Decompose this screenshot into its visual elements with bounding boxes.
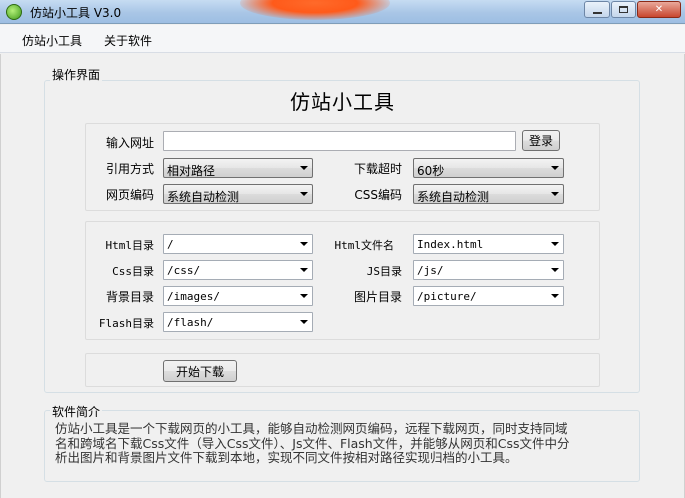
chevron-down-icon	[546, 287, 563, 305]
login-button[interactable]: 登录	[522, 130, 560, 151]
menu-item-about[interactable]: 关于软件	[104, 32, 152, 49]
css-dir-combo[interactable]: /css/	[163, 260, 313, 280]
page-encoding-label: 网页编码	[105, 188, 154, 202]
img-dir-value: /picture/	[417, 290, 477, 303]
operation-group-label: 操作界面	[50, 66, 103, 83]
close-button[interactable]: ✕	[637, 1, 681, 18]
url-label: 输入网址	[105, 136, 154, 150]
maximize-icon	[619, 6, 628, 13]
bg-dir-label: 背景目录	[105, 290, 154, 304]
js-dir-combo[interactable]: /js/	[413, 260, 564, 280]
about-line: 仿站小工具是一个下载网页的小工具，能够自动检测网页编码，远程下载网页，同时支持同…	[55, 421, 568, 436]
chevron-down-icon	[546, 159, 563, 177]
chevron-down-icon	[295, 185, 312, 203]
chevron-down-icon	[546, 261, 563, 279]
chevron-down-icon	[546, 235, 563, 253]
chevron-down-icon	[295, 235, 312, 253]
maximize-button[interactable]	[611, 1, 636, 18]
minimize-icon	[592, 11, 602, 14]
app-globe-icon	[6, 4, 22, 20]
css-encoding-select[interactable]: 系统自动检测	[413, 184, 564, 204]
html-dir-label: Html目录	[105, 239, 155, 252]
chevron-down-icon	[546, 185, 563, 203]
url-input[interactable]	[163, 131, 516, 151]
flash-dir-label: Flash目录	[98, 317, 154, 330]
about-line: 名和跨域名下载Css文件（导入Css文件）、Js文件、Flash文件，并能够从网…	[55, 435, 570, 451]
minimize-button[interactable]	[584, 1, 610, 18]
ref-mode-label: 引用方式	[105, 162, 154, 176]
main-heading: 仿站小工具	[290, 90, 395, 114]
bg-dir-combo[interactable]: /images/	[163, 286, 313, 306]
menu-item-tool[interactable]: 仿站小工具	[22, 32, 82, 49]
css-encoding-label: CSS编码	[354, 188, 402, 202]
img-dir-label: 图片目录	[353, 290, 402, 304]
about-description: 仿站小工具是一个下载网页的小工具，能够自动检测网页编码，远程下载网页，同时支持同…	[55, 421, 635, 466]
bg-dir-value: /images/	[167, 290, 220, 303]
about-line: 析出图片和背景图片文件下载到本地，实现不同文件按相对路径实现归档的小工具。	[55, 450, 518, 465]
page-encoding-value: 系统自动检测	[167, 190, 240, 204]
menu-bar: 仿站小工具 关于软件	[0, 25, 685, 53]
img-dir-combo[interactable]: /picture/	[413, 286, 564, 306]
css-dir-label: Css目录	[112, 265, 154, 278]
about-group-label: 软件简介	[50, 403, 103, 420]
js-dir-label: JS目录	[366, 265, 402, 278]
ref-mode-select[interactable]: 相对路径	[163, 158, 313, 178]
flash-dir-value: /flash/	[167, 316, 214, 329]
timeout-value: 60秒	[417, 164, 445, 178]
close-icon: ✕	[654, 4, 664, 15]
title-bar[interactable]: 仿站小工具 V3.0 ✕	[0, 0, 685, 24]
html-file-value: Index.html	[417, 238, 484, 251]
html-file-label: Html文件名	[334, 239, 395, 252]
chevron-down-icon	[295, 261, 312, 279]
js-dir-value: /js/	[417, 264, 444, 277]
html-dir-combo[interactable]: /	[163, 234, 313, 254]
html-dir-value: /	[167, 238, 174, 251]
timeout-label: 下载超时	[353, 162, 402, 176]
css-encoding-value: 系统自动检测	[417, 190, 490, 204]
start-download-button[interactable]: 开始下载	[163, 360, 237, 382]
title-glow	[240, 0, 390, 20]
page-encoding-select[interactable]: 系统自动检测	[163, 184, 313, 204]
chevron-down-icon	[295, 287, 312, 305]
ref-mode-value: 相对路径	[167, 164, 216, 178]
chevron-down-icon	[295, 313, 312, 331]
flash-dir-combo[interactable]: /flash/	[163, 312, 313, 332]
timeout-select[interactable]: 60秒	[413, 158, 564, 178]
chevron-down-icon	[295, 159, 312, 177]
html-file-combo[interactable]: Index.html	[413, 234, 564, 254]
window-title: 仿站小工具 V3.0	[30, 6, 122, 20]
css-dir-value: /css/	[167, 264, 201, 277]
